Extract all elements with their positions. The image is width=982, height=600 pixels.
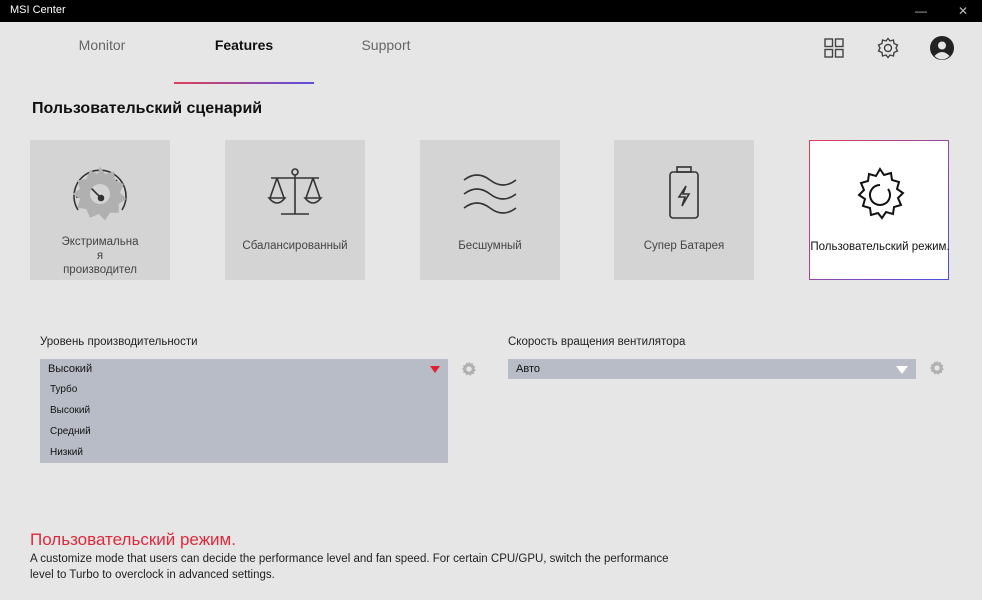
user-avatar-icon[interactable]: [930, 36, 954, 60]
title-bar: MSI Center — ✕: [0, 0, 982, 22]
battery-icon: [669, 166, 699, 219]
balance-scale-icon: [267, 168, 323, 215]
dropdown-option-low[interactable]: Низкий: [40, 442, 448, 463]
window-title: MSI Center: [10, 4, 66, 16]
performance-settings-gear-icon[interactable]: [461, 361, 477, 377]
mode-card-balanced[interactable]: Сбалансированный: [225, 140, 365, 280]
mode-label-balanced: Сбалансированный: [242, 240, 348, 252]
mode-card-super-battery[interactable]: Супер Батарея: [614, 140, 754, 280]
close-button[interactable]: ✕: [948, 0, 978, 22]
minimize-button[interactable]: —: [906, 0, 936, 22]
fan-settings-gear-icon[interactable]: [929, 360, 945, 376]
performance-level-value: Высокий: [48, 363, 93, 375]
tab-features[interactable]: Features: [174, 37, 314, 53]
dropdown-option-turbo[interactable]: Турбо: [40, 379, 448, 400]
mode-label-extreme-line: я: [96, 250, 104, 262]
chevron-down-icon: [430, 366, 440, 373]
fan-speed-select[interactable]: Авто: [508, 359, 916, 379]
dropdown-option-medium[interactable]: Средний: [40, 421, 448, 442]
mode-card-extreme[interactable]: Экстримальна я производител: [30, 140, 170, 280]
mode-label-custom: Пользовательский режим.: [810, 241, 950, 253]
mode-card-custom[interactable]: Пользовательский режим.: [809, 140, 950, 280]
dropdown-option-high[interactable]: Высокий: [40, 400, 448, 421]
performance-level-select[interactable]: Высокий: [40, 359, 448, 379]
mode-label-extreme-line: Экстримальна: [61, 236, 139, 248]
mode-label-super-battery: Супер Батарея: [643, 240, 725, 252]
mode-description-title: Пользовательский режим.: [30, 530, 236, 549]
tab-support[interactable]: Support: [316, 37, 456, 53]
performance-level-dropdown: Турбо Высокий Средний Низкий: [40, 379, 448, 463]
performance-level-label: Уровень производительности: [40, 336, 198, 348]
fan-speed-label: Скорость вращения вентилятора: [508, 336, 686, 348]
gear-icon: [857, 167, 905, 220]
mode-label-extreme-line: производител: [63, 264, 137, 276]
active-tab-indicator: [174, 82, 314, 84]
fan-speed-value: Авто: [516, 363, 540, 375]
mode-label-extreme: Экстримальна я производител: [40, 235, 160, 277]
tab-monitor[interactable]: Monitor: [32, 37, 172, 53]
mode-description-text: A customize mode that users can decide t…: [30, 553, 669, 581]
section-title: Пользовательский сценарий: [32, 100, 263, 117]
mode-label-silent: Бесшумный: [458, 240, 522, 252]
gear-icon[interactable]: [876, 36, 900, 60]
chevron-down-icon: [896, 366, 908, 374]
mode-card-silent[interactable]: Бесшумный: [420, 140, 560, 280]
waves-icon: [463, 174, 517, 214]
grid-icon[interactable]: [822, 36, 846, 60]
settings-gear-icon[interactable]: [70, 164, 130, 224]
